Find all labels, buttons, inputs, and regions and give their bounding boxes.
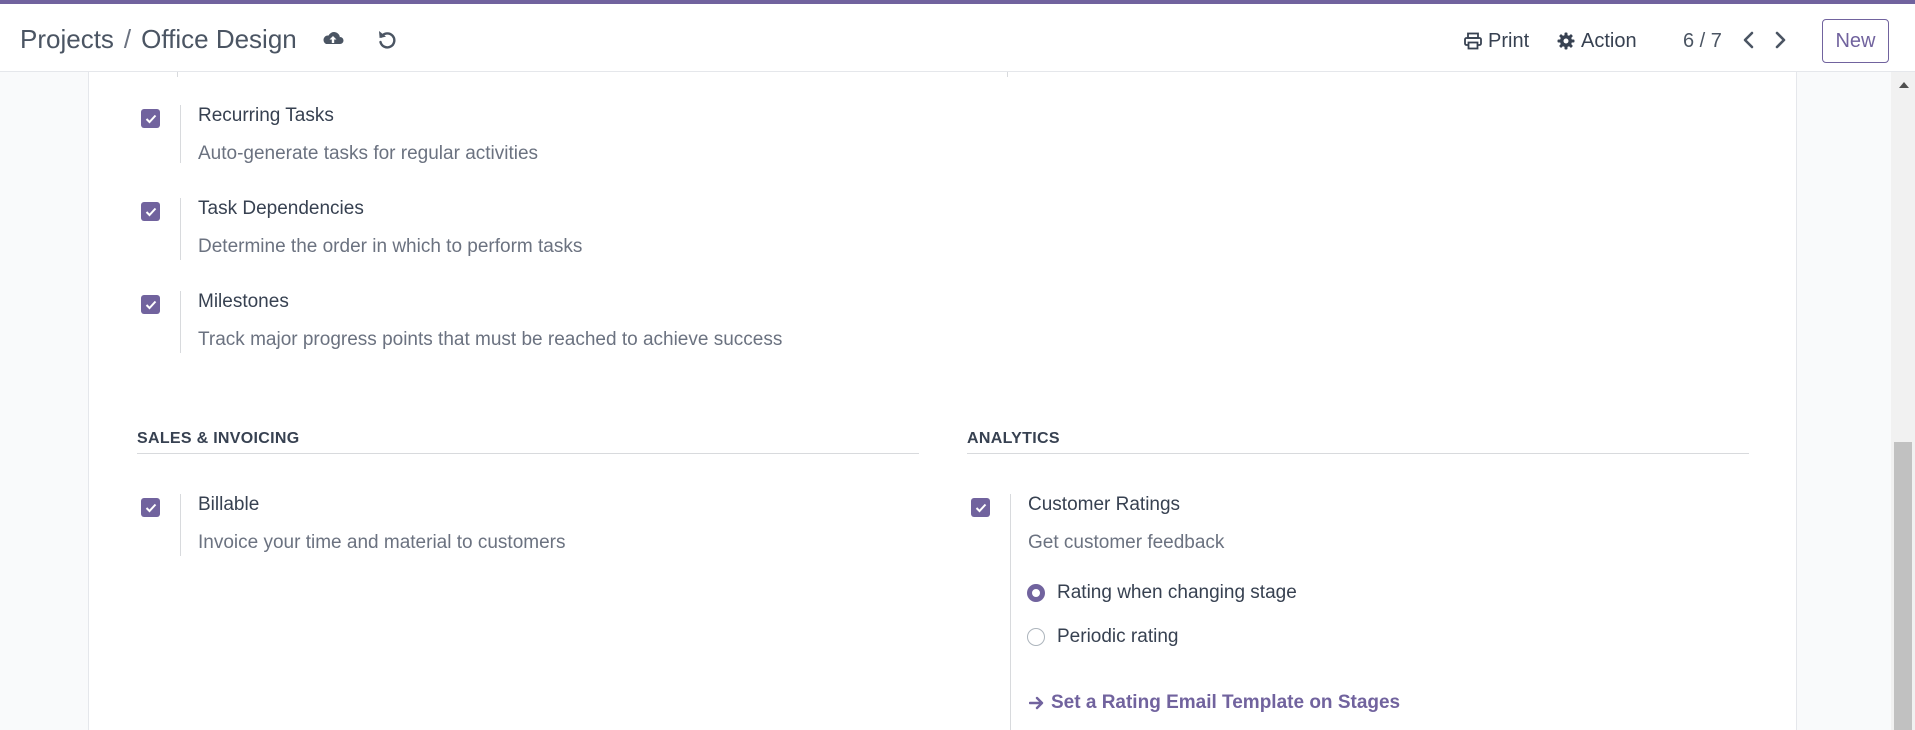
- control-panel: Projects / Office Design Print Action 6 …: [0, 4, 1915, 72]
- check-icon: [975, 503, 986, 512]
- setting-divider: [180, 494, 181, 556]
- recurring-tasks-title: Recurring Tasks: [198, 105, 334, 126]
- arrow-right-icon: [1029, 696, 1044, 710]
- setting-task-dependencies: Task Dependencies Determine the order in…: [141, 198, 941, 278]
- billable-checkbox[interactable]: [141, 498, 160, 517]
- action-button[interactable]: Action: [1557, 26, 1637, 56]
- analytics-header: ANALYTICS: [967, 430, 1060, 447]
- customer-ratings-description: Get customer feedback: [1028, 532, 1225, 553]
- rating-stage-radio[interactable]: [1027, 584, 1045, 602]
- sales-invoicing-rule: [137, 453, 919, 454]
- milestones-title: Milestones: [198, 291, 289, 312]
- setting-customer-ratings: Customer Ratings Get customer feedback R…: [971, 494, 1771, 730]
- rating-periodic-radio[interactable]: [1027, 628, 1045, 646]
- setting-divider: [180, 291, 181, 353]
- customer-ratings-checkbox[interactable]: [971, 498, 990, 517]
- rating-email-template-label: Set a Rating Email Template on Stages: [1051, 692, 1401, 713]
- rating-email-template-link[interactable]: Set a Rating Email Template on Stages: [1029, 692, 1400, 714]
- action-label: Action: [1581, 29, 1637, 52]
- printer-icon: [1464, 32, 1482, 50]
- recurring-tasks-checkbox[interactable]: [141, 109, 160, 128]
- pager-previous-button[interactable]: [1738, 28, 1760, 52]
- undo-icon: [379, 31, 396, 49]
- billable-description: Invoice your time and material to custom…: [198, 532, 566, 553]
- partial-row-separator: [177, 72, 178, 77]
- chevron-right-icon: [1775, 31, 1786, 49]
- breadcrumb-parent-link[interactable]: Projects: [20, 24, 114, 55]
- scroll-thumb[interactable]: [1894, 442, 1912, 730]
- setting-billable: Billable Invoice your time and material …: [141, 494, 941, 574]
- sales-invoicing-header: SALES & INVOICING: [137, 430, 300, 447]
- chevron-left-icon: [1743, 31, 1754, 49]
- milestones-checkbox[interactable]: [141, 295, 160, 314]
- task-dependencies-description: Determine the order in which to perform …: [198, 236, 583, 257]
- billable-title: Billable: [198, 494, 260, 515]
- save-button[interactable]: [320, 26, 346, 52]
- breadcrumb-current: Office Design: [141, 24, 297, 54]
- rating-option-stage[interactable]: Rating when changing stage: [1027, 582, 1297, 604]
- check-icon: [145, 114, 156, 123]
- rating-stage-label: Rating when changing stage: [1057, 582, 1297, 603]
- recurring-tasks-description: Auto-generate tasks for regular activiti…: [198, 143, 539, 164]
- setting-divider: [180, 198, 181, 260]
- rating-periodic-label: Periodic rating: [1057, 626, 1179, 647]
- check-icon: [145, 300, 156, 309]
- form-sheet: Recurring Tasks Auto-generate tasks for …: [88, 72, 1797, 730]
- setting-divider: [1010, 494, 1011, 730]
- print-label: Print: [1488, 29, 1530, 52]
- check-icon: [145, 207, 156, 216]
- pager-next-button[interactable]: [1769, 28, 1791, 52]
- breadcrumb-separator: /: [123, 24, 132, 54]
- task-dependencies-title: Task Dependencies: [198, 198, 364, 219]
- setting-recurring-tasks: Recurring Tasks Auto-generate tasks for …: [141, 105, 941, 185]
- print-button[interactable]: Print: [1464, 26, 1529, 56]
- check-icon: [145, 503, 156, 512]
- analytics-rule: [967, 453, 1749, 454]
- milestones-description: Track major progress points that must be…: [198, 329, 783, 350]
- page-scrollbar[interactable]: [1891, 72, 1915, 730]
- customer-ratings-title: Customer Ratings: [1028, 494, 1181, 515]
- new-button[interactable]: New: [1822, 19, 1889, 63]
- setting-divider: [180, 105, 181, 163]
- cloud-upload-icon: [323, 32, 344, 44]
- breadcrumb: Projects / Office Design: [20, 24, 297, 55]
- partial-row-separator-right: [1007, 72, 1008, 77]
- setting-milestones: Milestones Track major progress points t…: [141, 291, 1041, 371]
- discard-button[interactable]: [374, 26, 400, 52]
- gear-icon: [1557, 32, 1575, 50]
- rating-option-periodic[interactable]: Periodic rating: [1027, 626, 1178, 648]
- task-dependencies-checkbox[interactable]: [141, 202, 160, 221]
- scroll-up-arrow[interactable]: [1899, 82, 1909, 88]
- pager-value[interactable]: 6 / 7: [1683, 30, 1722, 53]
